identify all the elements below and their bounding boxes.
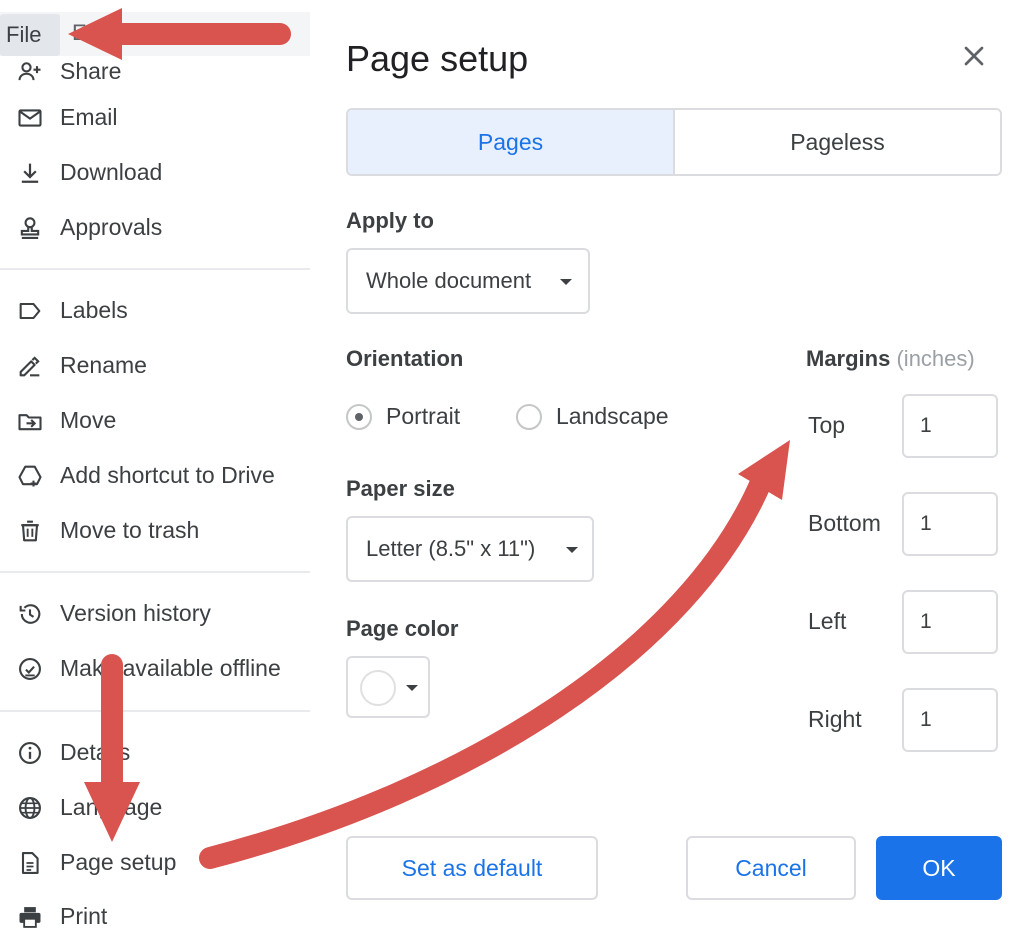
page-color-label: Page color bbox=[346, 616, 459, 641]
margin-right-label: Right bbox=[808, 706, 862, 732]
menu-item-email[interactable]: Email bbox=[0, 94, 310, 140]
file-menu: Edit File Share Email Download Approvals… bbox=[0, 0, 310, 939]
menu-item-label: Labels bbox=[60, 297, 128, 323]
orientation-label: Orientation bbox=[346, 346, 464, 371]
menu-item-move[interactable]: Move bbox=[0, 397, 310, 443]
menu-item-label: Details bbox=[60, 739, 131, 765]
print-icon bbox=[16, 903, 44, 931]
menu-item-label: Download bbox=[60, 159, 163, 185]
apply-to-label: Apply to bbox=[346, 208, 434, 233]
page-setup-dialog: Page setup Pages Pageless Apply to Whole… bbox=[320, 0, 1024, 939]
margin-top-input[interactable] bbox=[902, 394, 998, 458]
share-icon bbox=[16, 58, 44, 86]
menu-item-label: Approvals bbox=[60, 214, 163, 240]
menu-item-label: Page setup bbox=[60, 849, 177, 875]
menu-item-details[interactable]: Details bbox=[0, 729, 310, 775]
menu-item-add-shortcut[interactable]: Add shortcut to Drive bbox=[0, 452, 310, 498]
margin-left-label: Left bbox=[808, 608, 847, 634]
margin-top-label: Top bbox=[808, 412, 846, 438]
apply-to-select[interactable]: Whole document bbox=[346, 248, 590, 314]
move-icon bbox=[16, 407, 44, 435]
layout-mode-tabs: Pages Pageless bbox=[346, 108, 1002, 176]
menu-item-labels[interactable]: Labels bbox=[0, 287, 310, 333]
edit-menu-tab[interactable]: Edit bbox=[72, 20, 110, 46]
page-setup-icon bbox=[16, 849, 44, 877]
caret-down-icon bbox=[560, 279, 572, 285]
menu-divider bbox=[0, 268, 310, 270]
paper-size-select[interactable]: Letter (8.5" x 11") bbox=[346, 516, 594, 582]
margins-unit: (inches) bbox=[896, 346, 975, 371]
radio-selected-icon bbox=[346, 404, 372, 430]
menu-item-share[interactable]: Share bbox=[0, 48, 310, 94]
menu-divider bbox=[0, 710, 310, 712]
menu-item-approvals[interactable]: Approvals bbox=[0, 204, 310, 250]
menu-item-label: Share bbox=[60, 58, 122, 84]
landscape-label: Landscape bbox=[556, 403, 669, 429]
label-icon bbox=[16, 297, 44, 325]
margins-label: Margins (inches) bbox=[806, 346, 975, 372]
menu-item-language[interactable]: Language bbox=[0, 784, 310, 830]
set-as-default-button[interactable]: Set as default bbox=[346, 836, 598, 900]
margin-right-input[interactable] bbox=[902, 688, 998, 752]
info-icon bbox=[16, 739, 44, 767]
ok-button[interactable]: OK bbox=[876, 836, 1002, 900]
menu-item-rename[interactable]: Rename bbox=[0, 342, 310, 388]
menu-item-label: Rename bbox=[60, 352, 147, 378]
menu-item-label: Version history bbox=[60, 600, 211, 626]
cancel-button[interactable]: Cancel bbox=[686, 836, 856, 900]
menu-item-trash[interactable]: Move to trash bbox=[0, 507, 310, 553]
menu-item-label: Move to trash bbox=[60, 517, 200, 543]
menu-item-label: Print bbox=[60, 903, 108, 929]
menu-item-label: Make available offline bbox=[60, 655, 281, 681]
email-icon bbox=[16, 104, 44, 132]
close-button[interactable] bbox=[958, 40, 990, 72]
margin-left-input[interactable] bbox=[902, 590, 998, 654]
paper-size-label: Paper size bbox=[346, 476, 455, 501]
close-icon bbox=[964, 46, 984, 66]
margin-bottom-input[interactable] bbox=[902, 492, 998, 556]
menu-item-print[interactable]: Print bbox=[0, 893, 310, 939]
color-swatch bbox=[360, 670, 396, 706]
radio-unselected-icon bbox=[516, 404, 542, 430]
offline-icon bbox=[16, 655, 44, 683]
landscape-radio[interactable]: Landscape bbox=[516, 402, 686, 434]
portrait-label: Portrait bbox=[386, 403, 461, 429]
globe-icon bbox=[16, 794, 44, 822]
menu-item-version-history[interactable]: Version history bbox=[0, 590, 310, 636]
margin-bottom-label: Bottom bbox=[808, 510, 881, 536]
menu-item-page-setup[interactable]: Page setup bbox=[0, 839, 310, 885]
rename-icon bbox=[16, 352, 44, 380]
approvals-icon bbox=[16, 214, 44, 242]
menu-item-label: Language bbox=[60, 794, 163, 820]
add-shortcut-icon bbox=[16, 462, 44, 490]
trash-icon bbox=[16, 517, 44, 545]
page-color-picker[interactable] bbox=[346, 656, 430, 718]
menu-divider bbox=[0, 571, 310, 573]
download-icon bbox=[16, 159, 44, 187]
tab-pageless[interactable]: Pageless bbox=[675, 110, 1000, 174]
menu-item-download[interactable]: Download bbox=[0, 149, 310, 195]
menu-item-label: Add shortcut to Drive bbox=[60, 462, 275, 488]
dialog-title: Page setup bbox=[346, 38, 529, 79]
tab-pages[interactable]: Pages bbox=[348, 110, 675, 174]
menu-item-label: Move bbox=[60, 407, 117, 433]
paper-size-value: Letter (8.5" x 11") bbox=[366, 536, 536, 561]
menu-item-offline[interactable]: Make available offline bbox=[0, 645, 310, 691]
apply-to-value: Whole document bbox=[366, 268, 532, 293]
caret-down-icon bbox=[406, 685, 418, 691]
margins-title: Margins bbox=[806, 346, 891, 371]
menu-item-label: Email bbox=[60, 104, 118, 130]
caret-down-icon bbox=[566, 547, 578, 553]
history-icon bbox=[16, 600, 44, 628]
portrait-radio[interactable]: Portrait bbox=[346, 402, 496, 434]
